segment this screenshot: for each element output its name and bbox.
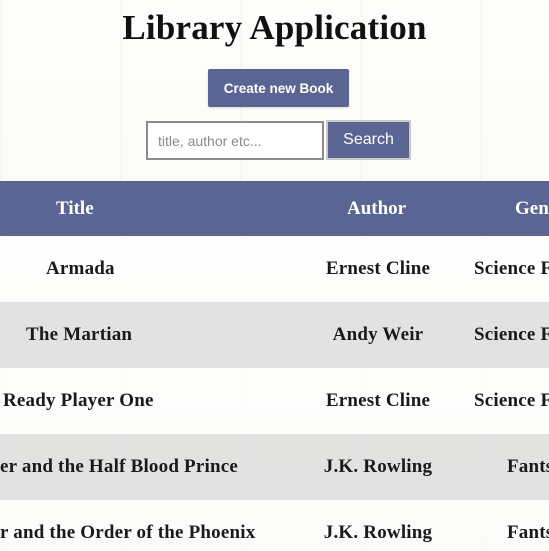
column-header-title[interactable]: Title	[56, 181, 94, 236]
cell-author: Ernest Cline	[325, 390, 431, 411]
cell-title: Armada	[46, 258, 115, 279]
cell-genre: Science F	[474, 390, 549, 411]
cell-title: r and the Order of the Phoenix	[0, 522, 256, 543]
table-row[interactable]: Armada Ernest Cline Science F	[0, 236, 549, 302]
search-button[interactable]: Search	[326, 120, 411, 160]
cell-author: Andy Weir	[332, 324, 424, 345]
cell-genre: Fants	[507, 522, 549, 543]
cell-author: J.K. Rowling	[323, 456, 433, 477]
cell-genre: Science F	[474, 258, 549, 279]
cell-genre: Fants	[507, 456, 549, 477]
table-row[interactable]: Ready Player One Ernest Cline Science F	[0, 368, 549, 434]
cell-author: Ernest Cline	[325, 258, 431, 279]
page-title: Library Application	[122, 8, 427, 47]
table-row[interactable]: The Martian Andy Weir Science F	[0, 302, 549, 368]
column-header-author[interactable]: Author	[347, 181, 406, 236]
cell-title: er and the Half Blood Prince	[0, 456, 238, 477]
table-header: Title Author Gen	[0, 181, 549, 236]
search-input[interactable]	[146, 121, 324, 160]
cell-title: Ready Player One	[3, 390, 154, 411]
create-new-book-button[interactable]: Create new Book	[208, 69, 349, 107]
table-row[interactable]: r and the Order of the Phoenix J.K. Rowl…	[0, 500, 549, 551]
cell-genre: Science F	[474, 324, 549, 345]
column-header-genre[interactable]: Gen	[515, 181, 549, 236]
cell-author: J.K. Rowling	[323, 522, 433, 543]
cell-title: The Martian	[26, 324, 133, 345]
table-row[interactable]: er and the Half Blood Prince J.K. Rowlin…	[0, 434, 549, 500]
books-table: Title Author Gen Armada Ernest Cline Sci…	[0, 181, 549, 551]
